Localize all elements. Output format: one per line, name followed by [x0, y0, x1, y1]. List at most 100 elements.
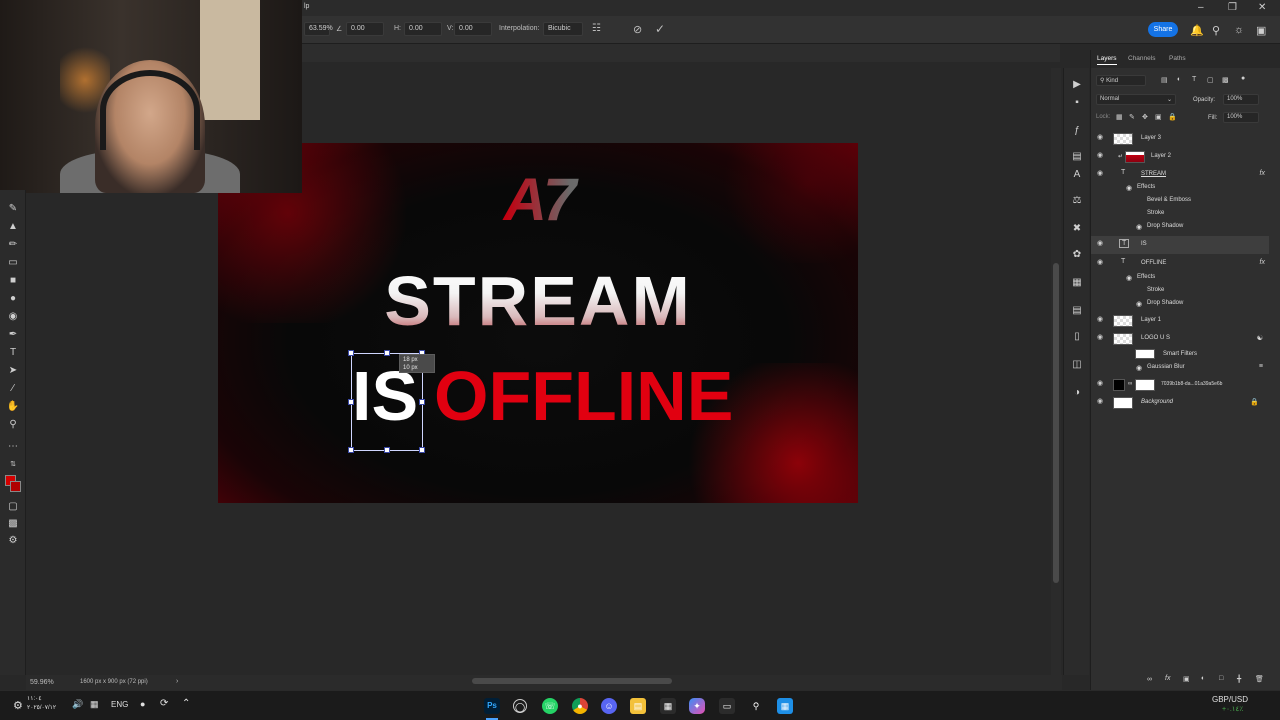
- visibility-eye-icon[interactable]: ◉: [1097, 316, 1105, 323]
- eraser-tool-icon[interactable]: ▭: [6, 256, 20, 270]
- add-style-icon[interactable]: fx: [1165, 675, 1170, 682]
- blend-mode-select[interactable]: Normal ⌄: [1096, 94, 1176, 105]
- filter-row[interactable]: ◉ Gaussian Blur ≡: [1091, 361, 1269, 374]
- status-expand-icon[interactable]: ›: [176, 678, 178, 685]
- properties-icon[interactable]: ▯: [1070, 330, 1084, 344]
- filter-pixel-icon[interactable]: ▤: [1161, 76, 1168, 84]
- discover-icon[interactable]: ☼: [1234, 24, 1244, 36]
- taskbar-clock[interactable]: ١١:٠٤ ٢٠٢٥/٠٧/١٢: [27, 695, 56, 713]
- pen-tool-icon[interactable]: ✒: [6, 328, 20, 342]
- transform-handle-w[interactable]: [348, 399, 354, 405]
- filter-type-icon[interactable]: T: [1192, 76, 1196, 83]
- visibility-eye-icon[interactable]: ◉: [1097, 240, 1105, 247]
- obs-taskbar-icon[interactable]: ◯: [513, 699, 527, 713]
- lock-artboard-icon[interactable]: ▣: [1155, 113, 1162, 121]
- effects-eye-icon[interactable]: ◉: [1126, 184, 1132, 192]
- status-zoom[interactable]: 59.96%: [30, 679, 54, 686]
- effects-eye-icon[interactable]: ◉: [1126, 274, 1132, 282]
- volume-icon[interactable]: 🔊: [72, 699, 83, 710]
- currency-pair[interactable]: GBP/USD: [1212, 695, 1248, 704]
- background-color-swatch[interactable]: [10, 481, 21, 492]
- transform-handle-sw[interactable]: [348, 447, 354, 453]
- sync-icon[interactable]: ⟳: [160, 698, 168, 709]
- language-indicator[interactable]: ENG: [111, 700, 128, 709]
- settings-gear-icon[interactable]: ⚙: [13, 699, 23, 712]
- transform-handle-nw[interactable]: [348, 350, 354, 356]
- vertical-scroll-thumb[interactable]: [1053, 263, 1059, 583]
- layer-filter-field[interactable]: ⚲ Kind: [1096, 75, 1146, 86]
- libraries-icon[interactable]: ▤: [1070, 304, 1084, 318]
- gradient-tool-icon[interactable]: ■: [6, 274, 20, 288]
- filter-eye-icon[interactable]: ◉: [1136, 364, 1142, 372]
- layer-row[interactable]: ◉ LOGO U S ☯: [1091, 330, 1269, 348]
- horizontal-scroll-thumb[interactable]: [472, 678, 672, 684]
- delete-layer-icon[interactable]: 🗑: [1255, 675, 1264, 683]
- fx-badge-icon[interactable]: fx: [1260, 259, 1265, 266]
- filter-adjust-icon[interactable]: ◐: [1177, 76, 1181, 83]
- edit-toolbar-icon[interactable]: ⚙: [6, 534, 20, 548]
- tab-layers[interactable]: Layers: [1097, 55, 1117, 65]
- effect-row[interactable]: Bevel & Emboss: [1091, 194, 1269, 207]
- path-selection-icon[interactable]: ➤: [6, 364, 20, 378]
- adjustments-icon[interactable]: ▤: [1070, 150, 1084, 164]
- angle-field[interactable]: 0.00: [346, 22, 384, 36]
- more-tools-icon[interactable]: ⋯: [6, 440, 20, 454]
- screen-mode-icon[interactable]: ▩: [6, 517, 20, 531]
- effects-row[interactable]: ◉ Effects: [1091, 181, 1269, 194]
- cancel-transform-icon[interactable]: ⊘: [633, 23, 642, 36]
- color-wheel-icon[interactable]: ✿: [1070, 248, 1084, 262]
- notification-bell-icon[interactable]: 🔔: [1190, 24, 1204, 37]
- filter-smart-icon[interactable]: ▩: [1222, 76, 1229, 84]
- menu-fragment[interactable]: lp: [304, 3, 309, 10]
- link-layers-icon[interactable]: ∞: [1147, 676, 1152, 683]
- lock-position-icon[interactable]: ✥: [1142, 113, 1148, 121]
- paragraph-icon[interactable]: ⚖: [1070, 194, 1084, 208]
- restore-icon[interactable]: ❐: [1228, 2, 1237, 13]
- lock-image-icon[interactable]: ✎: [1129, 113, 1135, 121]
- comments-icon[interactable]: ▪: [1070, 96, 1084, 110]
- effect-eye-icon[interactable]: ◉: [1136, 223, 1142, 231]
- new-layer-icon[interactable]: ╋: [1237, 675, 1241, 683]
- discord-taskbar-icon[interactable]: ☺: [601, 698, 617, 714]
- export-icon[interactable]: ◫: [1070, 358, 1084, 372]
- close-icon[interactable]: ✕: [1258, 2, 1266, 13]
- zoom-tool-icon[interactable]: ⚲: [6, 418, 20, 432]
- chrome-taskbar-icon[interactable]: ●: [572, 698, 588, 714]
- hand-tool-icon[interactable]: ✋: [6, 400, 20, 414]
- layer-row[interactable]: ◉ Layer 3: [1091, 130, 1269, 148]
- smart-filters-row[interactable]: Smart Filters: [1091, 347, 1269, 361]
- grid-icon[interactable]: ▦: [1070, 276, 1084, 290]
- tablet-icon[interactable]: ▦: [90, 699, 99, 710]
- layer-row[interactable]: ◉ Background 🔒: [1091, 394, 1269, 412]
- tab-paths[interactable]: Paths: [1169, 55, 1186, 62]
- visibility-eye-icon[interactable]: ◉: [1097, 152, 1105, 159]
- type-tool-icon[interactable]: T: [6, 346, 20, 360]
- filter-shape-icon[interactable]: ▢: [1207, 76, 1214, 84]
- history-brush-icon[interactable]: ✏: [6, 238, 20, 252]
- lock-transparent-icon[interactable]: ▦: [1116, 113, 1123, 121]
- new-group-icon[interactable]: □: [1219, 675, 1223, 682]
- photoshop-taskbar-icon[interactable]: Ps: [484, 698, 500, 714]
- search-taskbar-icon[interactable]: ⚲: [748, 698, 764, 714]
- layer-row-selected[interactable]: ◉ T IS: [1091, 236, 1269, 254]
- effects-row[interactable]: ◉ Effects: [1091, 271, 1269, 284]
- add-mask-icon[interactable]: ▣: [1183, 675, 1190, 683]
- v-skew-field[interactable]: 0.00: [454, 22, 492, 36]
- effect-row[interactable]: Stroke: [1091, 284, 1269, 297]
- start-windows-icon[interactable]: ▦: [777, 698, 793, 714]
- transform-handle-s[interactable]: [384, 447, 390, 453]
- transform-handle-n[interactable]: [384, 350, 390, 356]
- dodge-tool-icon[interactable]: ◉: [6, 310, 20, 324]
- filter-toggle-icon[interactable]: ●: [1241, 75, 1245, 82]
- brush-tool-icon[interactable]: ✎: [6, 202, 20, 216]
- h-skew-field[interactable]: 0.00: [404, 22, 442, 36]
- transform-handle-e[interactable]: [419, 399, 425, 405]
- visibility-eye-icon[interactable]: ◉: [1097, 259, 1105, 266]
- fx-icon[interactable]: ƒ: [1070, 124, 1084, 138]
- effect-row[interactable]: Stroke: [1091, 207, 1269, 220]
- effect-row[interactable]: ◉ Drop Shadow: [1091, 220, 1269, 233]
- adjustment-layer-icon[interactable]: ◐: [1201, 675, 1205, 682]
- opacity-field[interactable]: 100%: [1223, 94, 1259, 105]
- zoom-field[interactable]: 63.59%: [304, 22, 333, 36]
- file-explorer-taskbar-icon[interactable]: ▤: [630, 698, 646, 714]
